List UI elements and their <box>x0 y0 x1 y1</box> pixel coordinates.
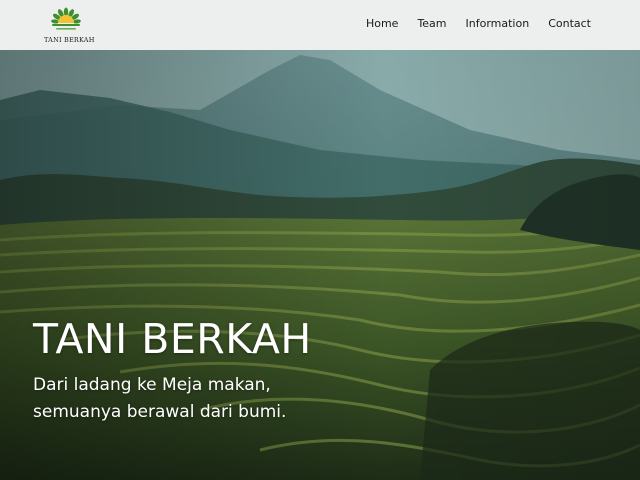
hero-title: TANI BERKAH <box>33 315 312 363</box>
brand-logo[interactable]: TANI BERKAH <box>44 7 95 45</box>
hero-subtitle-line-2: semuanya berawal dari bumi. <box>33 402 287 422</box>
hero-subtitle-line-1: Dari ladang ke Meja makan, <box>33 375 271 395</box>
nav-information[interactable]: Information <box>466 17 530 30</box>
rising-sun-leaf-icon <box>51 7 81 30</box>
nav-home[interactable]: Home <box>366 17 398 30</box>
hero-subtitle: Dari ladang ke Meja makan, semuanya bera… <box>33 372 286 426</box>
brand-name: TANI BERKAH <box>44 36 95 44</box>
nav-contact[interactable]: Contact <box>548 17 591 30</box>
hero-section: TANI BERKAH Dari ladang ke Meja makan, s… <box>0 50 640 480</box>
main-nav: Home Team Information Contact <box>366 17 591 30</box>
site-header: TANI BERKAH Home Team Information Contac… <box>0 0 640 50</box>
nav-team[interactable]: Team <box>417 17 446 30</box>
